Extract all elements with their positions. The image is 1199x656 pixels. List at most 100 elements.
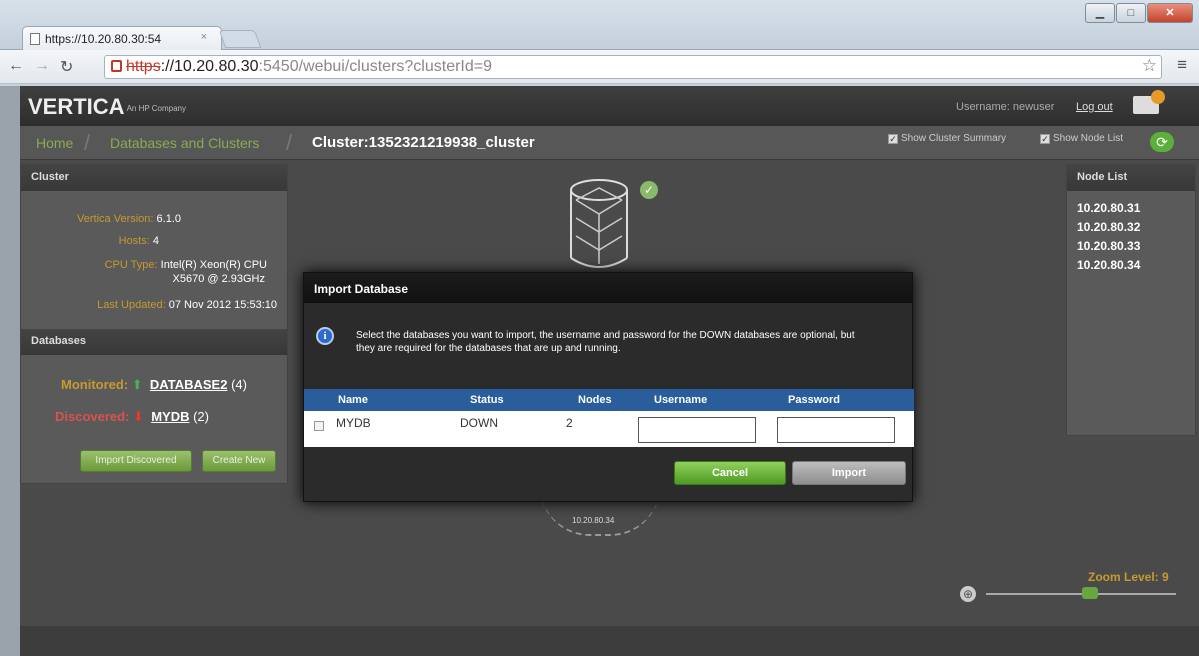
- username-label: Username: newuser: [956, 101, 1055, 113]
- database-cluster-icon[interactable]: [568, 178, 630, 270]
- node-list-heading: Node List: [1067, 165, 1195, 191]
- zoom-level-label: Zoom Level: 9: [1088, 570, 1169, 584]
- node-list-panel: Node List 10.20.80.31 10.20.80.32 10.20.…: [1066, 164, 1196, 436]
- node-list-item[interactable]: 10.20.80.33: [1067, 235, 1195, 254]
- hosts-count: Hosts: 4: [31, 235, 159, 247]
- url-scheme: https: [126, 58, 161, 75]
- page-title: Cluster:1352321219938_cluster: [312, 134, 535, 151]
- column-header-status: Status: [470, 394, 504, 406]
- back-arrow-icon[interactable]: ←: [8, 57, 24, 75]
- monitored-count: (4): [231, 377, 247, 392]
- cluster-summary-panel: Cluster Vertica Version: 6.1.0 Hosts: 4 …: [20, 164, 288, 484]
- database2-link[interactable]: DATABASE2: [150, 377, 228, 392]
- status-ok-icon: ✓: [640, 181, 658, 199]
- monitored-key: Monitored:: [61, 377, 129, 392]
- logo-subtitle: An HP Company: [126, 103, 186, 113]
- table-row: MYDB DOWN 2: [304, 411, 914, 447]
- url-path: :5450/webui/clusters?clusterId=9: [258, 58, 493, 75]
- create-new-button[interactable]: Create New: [202, 450, 276, 472]
- checkbox-checked-icon: ✓: [888, 133, 898, 144]
- close-icon[interactable]: ✕: [1147, 3, 1193, 23]
- forward-arrow-icon[interactable]: →: [34, 57, 50, 75]
- import-database-dialog: Import Database i Select the databases y…: [303, 272, 914, 502]
- cpu-key: CPU Type:: [104, 259, 158, 271]
- hosts-value: 4: [152, 235, 159, 247]
- updated-value: 07 Nov 2012 15:53:10: [168, 299, 277, 311]
- checkbox-checked-icon: ✓: [1040, 133, 1050, 144]
- footer-bar: [20, 626, 1199, 656]
- reload-icon[interactable]: ↻: [60, 57, 73, 77]
- menu-icon[interactable]: ≡: [1177, 55, 1187, 75]
- breadcrumb-separator: /: [84, 130, 91, 155]
- browser-toolbar: ← → ↻ https://10.20.80.30:5450/webui/clu…: [0, 50, 1199, 84]
- node-list-item[interactable]: 10.20.80.32: [1067, 216, 1195, 235]
- page-icon: [30, 33, 40, 45]
- tab-close-icon[interactable]: ×: [201, 31, 207, 43]
- import-discovered-button[interactable]: Import Discovered: [80, 450, 192, 472]
- minimize-icon[interactable]: ▁: [1085, 3, 1115, 23]
- cancel-button[interactable]: Cancel: [674, 461, 786, 485]
- vertica-logo: VERTICA An HP Company: [28, 94, 186, 120]
- broken-lock-icon: [111, 60, 122, 72]
- breadcrumb-home[interactable]: Home: [36, 135, 73, 151]
- discovered-row: Discovered: ⬇ MYDB (2): [55, 409, 209, 425]
- window-controls: ▁ □ ✕: [1084, 3, 1193, 25]
- down-arrow-icon: ⬇: [133, 409, 144, 424]
- up-arrow-icon: ⬆: [131, 377, 143, 392]
- show-summary-checkbox[interactable]: ✓ Show Cluster Summary: [888, 133, 1006, 144]
- discovered-count: (2): [193, 409, 209, 424]
- browser-tabstrip: https://10.20.80.30:54 × ▁ □ ✕: [0, 0, 1199, 50]
- node-list-item[interactable]: 10.20.80.31: [1067, 197, 1195, 216]
- column-header-name: Name: [338, 394, 368, 406]
- import-button[interactable]: Import: [792, 461, 906, 485]
- cell-name: MYDB: [336, 416, 371, 430]
- refresh-icon[interactable]: ⟳: [1150, 132, 1174, 152]
- databases-heading: Databases: [21, 329, 287, 355]
- column-header-password: Password: [788, 394, 840, 406]
- show-node-list-label: Show Node List: [1053, 133, 1124, 144]
- dialog-title: Import Database: [304, 273, 912, 303]
- zoom-slider-handle[interactable]: [1082, 587, 1098, 599]
- info-icon: i: [316, 327, 334, 345]
- window-edge: [0, 86, 20, 656]
- cell-nodes: 2: [566, 416, 573, 430]
- discovered-key: Discovered:: [55, 409, 130, 424]
- node-list-item[interactable]: 10.20.80.34: [1067, 254, 1195, 273]
- cluster-panel-heading: Cluster: [21, 165, 287, 191]
- address-bar[interactable]: https://10.20.80.30:5450/webui/clusters?…: [104, 55, 1162, 79]
- hosts-key: Hosts:: [118, 235, 150, 247]
- cpu-type-line2: X5670 @ 2.93GHz: [172, 273, 266, 285]
- show-summary-label: Show Cluster Summary: [901, 133, 1007, 144]
- breadcrumb-separator: /: [286, 130, 293, 155]
- column-header-nodes: Nodes: [578, 394, 612, 406]
- username-field[interactable]: [638, 417, 756, 443]
- updated-key: Last Updated:: [97, 299, 166, 311]
- messages-icon[interactable]: [1133, 90, 1165, 114]
- vertica-version: Vertica Version: 6.1.0: [31, 213, 181, 225]
- logout-link[interactable]: Log out: [1076, 101, 1113, 113]
- zoom-slider-track[interactable]: [986, 593, 1176, 595]
- logo-text: VERTICA: [28, 94, 125, 119]
- cell-status: DOWN: [460, 416, 498, 430]
- browser-tab[interactable]: https://10.20.80.30:54 ×: [22, 26, 222, 50]
- mydb-link[interactable]: MYDB: [151, 409, 189, 424]
- cpu-type: CPU Type: Intel(R) Xeon(R) CPU: [31, 259, 267, 271]
- app-window: VERTICA An HP Company Username: newuser L…: [20, 86, 1199, 656]
- show-node-list-checkbox[interactable]: ✓ Show Node List: [1040, 133, 1123, 144]
- new-tab-button[interactable]: [218, 30, 262, 48]
- dialog-message: Select the databases you want to import,…: [356, 330, 855, 354]
- column-header-username: Username: [654, 394, 708, 406]
- tab-title: https://10.20.80.30:54: [45, 32, 162, 46]
- monitored-row: Monitored: ⬆ DATABASE2 (4): [61, 377, 247, 393]
- breadcrumb-databases[interactable]: Databases and Clusters: [110, 135, 259, 151]
- import-table-header: Name Status Nodes Username Password: [304, 389, 914, 411]
- url-host: ://10.20.80.30: [160, 58, 259, 75]
- maximize-icon[interactable]: □: [1116, 3, 1146, 23]
- version-key: Vertica Version:: [77, 213, 154, 225]
- password-field[interactable]: [777, 417, 895, 443]
- last-updated: Last Updated: 07 Nov 2012 15:53:10: [31, 299, 277, 311]
- bookmark-star-icon[interactable]: ☆: [1142, 56, 1157, 76]
- zoom-reset-icon[interactable]: ⊕: [960, 586, 976, 602]
- row-select-checkbox[interactable]: [314, 421, 324, 431]
- node-label[interactable]: 10.20.80.34: [572, 516, 614, 525]
